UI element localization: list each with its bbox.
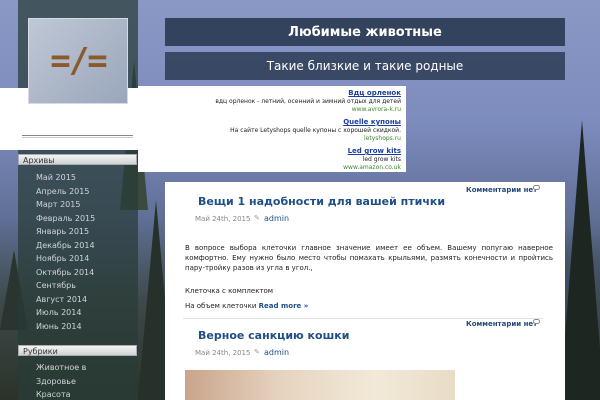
site-description: Такие близкие и такие родные	[165, 52, 565, 80]
ad-item: Quelle купоны На сайте Letyshops quelle …	[138, 118, 401, 143]
post-date: Май 24th, 2015	[195, 349, 251, 357]
category-link[interactable]: Животное в	[36, 363, 86, 372]
list-item: Март 2015	[36, 198, 95, 212]
list-item: Май 2015	[36, 171, 95, 185]
ad-text: вдц орленок - летний, осенний и зимний о…	[215, 98, 401, 105]
archive-link[interactable]: Октябрь 2014	[36, 268, 94, 277]
site-logo[interactable]: =/=	[28, 18, 128, 104]
archive-link[interactable]: Ноябрь 2014	[36, 254, 89, 263]
ad-text: На сайте Letyshops quelle купоны с хорош…	[230, 127, 401, 134]
archives-list: Май 2015 Апрель 2015 Март 2015 Февраль 2…	[36, 171, 95, 333]
ad-url[interactable]: letyshops.ru	[138, 135, 401, 143]
archive-link[interactable]: Июль 2014	[36, 308, 81, 317]
list-item: Ноябрь 2014	[36, 252, 95, 266]
categories-heading: Рубрики	[18, 345, 137, 356]
post-excerpt-line: Клеточка с комплектом	[185, 287, 274, 295]
archive-link[interactable]: Апрель 2015	[36, 187, 89, 196]
list-item: Декабрь 2014	[36, 239, 95, 253]
list-item: Красота	[36, 388, 86, 400]
post-divider	[183, 318, 543, 319]
post-title-link[interactable]: Вещи 1 надобности для вашей птички	[198, 195, 445, 208]
ad-url[interactable]: www.amazon.co.uk	[138, 164, 401, 172]
pencil-icon: ✎	[254, 214, 260, 222]
categories-list: Животное в Здоровье Красота	[36, 361, 86, 400]
post-teaser-text: На объем клеточки	[185, 302, 257, 310]
ad-item: Led grow kits led grow kits www.amazon.c…	[138, 147, 401, 172]
comment-bubble-icon	[533, 319, 540, 324]
comment-bubble-icon	[533, 185, 540, 190]
ad-title-link[interactable]: Вдц орленок	[138, 89, 401, 97]
list-item: Январь 2015	[36, 225, 95, 239]
comments-link[interactable]: Комментарии нет	[466, 320, 537, 328]
archive-link[interactable]: Май 2015	[36, 173, 76, 182]
ad-block: Вдц орленок вдц орленок - летний, осенни…	[138, 86, 406, 172]
archive-link[interactable]: Февраль 2015	[36, 214, 95, 223]
site-title[interactable]: Любимые животные	[165, 18, 565, 46]
list-item: Октябрь 2014	[36, 266, 95, 280]
tree-shape	[560, 120, 600, 400]
list-item: Животное в	[36, 361, 86, 375]
ad-item: Вдц орленок вдц орленок - летний, осенни…	[138, 89, 401, 114]
ad-url[interactable]: www.avrora-k.ru	[138, 106, 401, 114]
not-equal-logo-icon: =/=	[50, 41, 107, 81]
archive-link[interactable]: Июнь 2014	[36, 322, 82, 331]
post-title-link[interactable]: Верное санкцию кошки	[198, 329, 349, 342]
read-more-link[interactable]: Read more »	[259, 302, 309, 310]
post-image[interactable]	[185, 370, 455, 400]
comments-link[interactable]: Комментарии нет	[466, 186, 537, 194]
list-item: Здоровье	[36, 375, 86, 389]
post-excerpt: В вопросе выбора клеточки главное значен…	[185, 244, 553, 272]
list-item: Сентябрь	[36, 279, 95, 293]
archive-link[interactable]: Март 2015	[36, 200, 80, 209]
site-title-text[interactable]: Любимые животные	[288, 25, 442, 40]
post-date: Май 24th, 2015	[195, 215, 251, 223]
site-description-text: Такие близкие и такие родные	[266, 59, 464, 73]
archives-heading: Архивы	[18, 154, 137, 165]
list-item: Февраль 2015	[36, 212, 95, 226]
list-item: Июнь 2014	[36, 320, 95, 334]
ad-title-link[interactable]: Quelle купоны	[138, 118, 401, 126]
archive-link[interactable]: Январь 2015	[36, 227, 89, 236]
ad-text: led grow kits	[362, 156, 401, 163]
category-link[interactable]: Здоровье	[36, 377, 76, 386]
sidebar-divider	[22, 135, 133, 138]
archive-link[interactable]: Сентябрь	[36, 281, 76, 290]
archive-link[interactable]: Август 2014	[36, 295, 87, 304]
list-item: Июль 2014	[36, 306, 95, 320]
post-author-link[interactable]: admin	[264, 348, 289, 357]
archive-link[interactable]: Декабрь 2014	[36, 241, 95, 250]
post-author-link[interactable]: admin	[264, 214, 289, 223]
pencil-icon: ✎	[254, 348, 260, 356]
category-link[interactable]: Красота	[36, 390, 71, 399]
ad-title-link[interactable]: Led grow kits	[138, 147, 401, 155]
list-item: Август 2014	[36, 293, 95, 307]
list-item: Апрель 2015	[36, 185, 95, 199]
post-teaser: На объем клеточки Read more »	[185, 301, 553, 311]
